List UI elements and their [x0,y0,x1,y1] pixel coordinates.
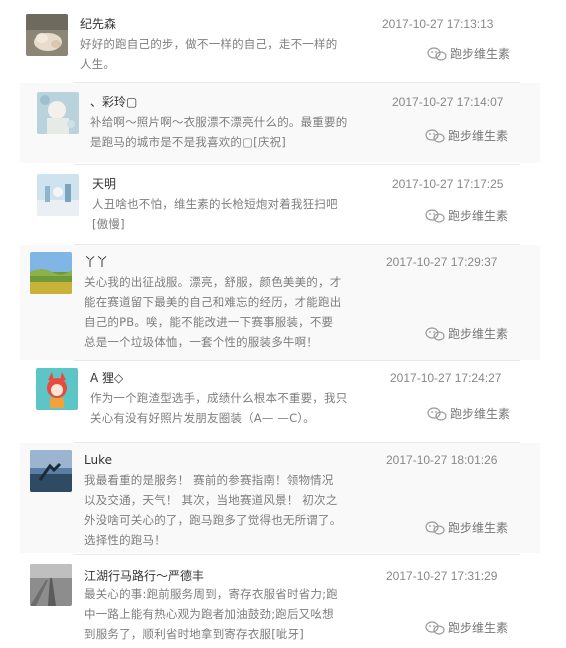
signature-text: 跑步维生素 [448,209,509,223]
comment-text: 补给啊～照片啊～衣服漂不漂亮什么的。最重要的 是跑马的城市是不是我喜欢的▢[庆祝… [90,115,348,149]
author-signature: 跑步维生素 [424,326,508,342]
comment-time: 2017-10-27 17:24:27 [390,371,502,385]
wechat-icon [425,521,445,535]
comment-time: 2017-10-27 17:13:13 [382,17,494,31]
comment-time: 2017-10-27 17:31:29 [386,569,498,583]
avatar[interactable] [37,92,79,134]
avatar[interactable] [30,252,72,294]
author-signature: 跑步维生素 [424,128,508,144]
commenter-name[interactable]: 天明 [92,176,116,192]
comment-text: 关心我的出征战服。漂亮，舒服，颜色美美的，才 能在赛道留下最美的自己和难忘的经历… [84,275,342,349]
signature-text: 跑步维生素 [448,129,509,143]
comment-time: 2017-10-27 18:01:26 [386,453,498,467]
comment-time: 2017-10-27 17:17:25 [392,177,504,191]
signature-text: 跑步维生素 [450,407,511,421]
signature-text: 跑步维生素 [448,621,509,635]
wechat-icon [425,129,445,143]
commenter-name[interactable]: 江湖行马路行～严德丰 [84,568,204,584]
commenter-name[interactable]: A 狸◇ [90,370,123,386]
signature-text: 跑步维生素 [448,327,509,341]
commenter-name[interactable]: Luke [84,452,112,468]
comment-text: 好好的跑自己的步，做不一样的自己，走不一样的 人生。 [80,37,338,71]
avatar[interactable] [37,174,79,216]
wechat-icon [425,621,445,635]
avatar[interactable] [36,368,78,410]
avatar[interactable] [30,564,72,606]
wechat-icon [425,327,445,341]
avatar[interactable] [26,14,68,56]
commenter-name[interactable]: 、彩玲▢ [90,94,137,110]
author-signature: 跑步维生素 [424,620,508,636]
commenter-name[interactable]: 丫丫 [84,254,108,270]
commenter-name[interactable]: 纪先森 [80,16,116,32]
comment-time: 2017-10-27 17:14:07 [392,95,504,109]
author-signature: 跑步维生素 [426,46,510,62]
wechat-icon [425,209,445,223]
signature-text: 跑步维生素 [450,47,511,61]
wechat-icon [427,407,447,421]
comment-time: 2017-10-27 17:29:37 [386,255,498,269]
comment-text: 作为一个跑渣型选手，成绩什么根本不重要，我只 关心有没有好照片发朋友圈装（A— … [90,391,348,425]
comment-text: 人丑啥也不怕，维生素的长枪短炮对着我狂扫吧 [傲慢] [92,197,338,231]
author-signature: 跑步维生素 [424,208,508,224]
author-signature: 跑步维生素 [424,520,508,536]
wechat-icon [427,47,447,61]
comment-text: 我最看重的是服务！ 赛前的参赛指南！领物情况 以及交通，天气！ 其次，当地赛道风… [84,473,342,547]
avatar[interactable] [30,450,72,492]
signature-text: 跑步维生素 [448,521,509,535]
comment-text: 最关心的事:跑前服务周到，寄存衣服省时省力;跑 中一路上能有热心观为跑者加油鼓劲… [84,587,338,641]
author-signature: 跑步维生素 [426,406,510,422]
comment-list: 纪先森 2017-10-27 17:13:13 好好的跑自己的步，做不一样的自己… [0,0,566,648]
